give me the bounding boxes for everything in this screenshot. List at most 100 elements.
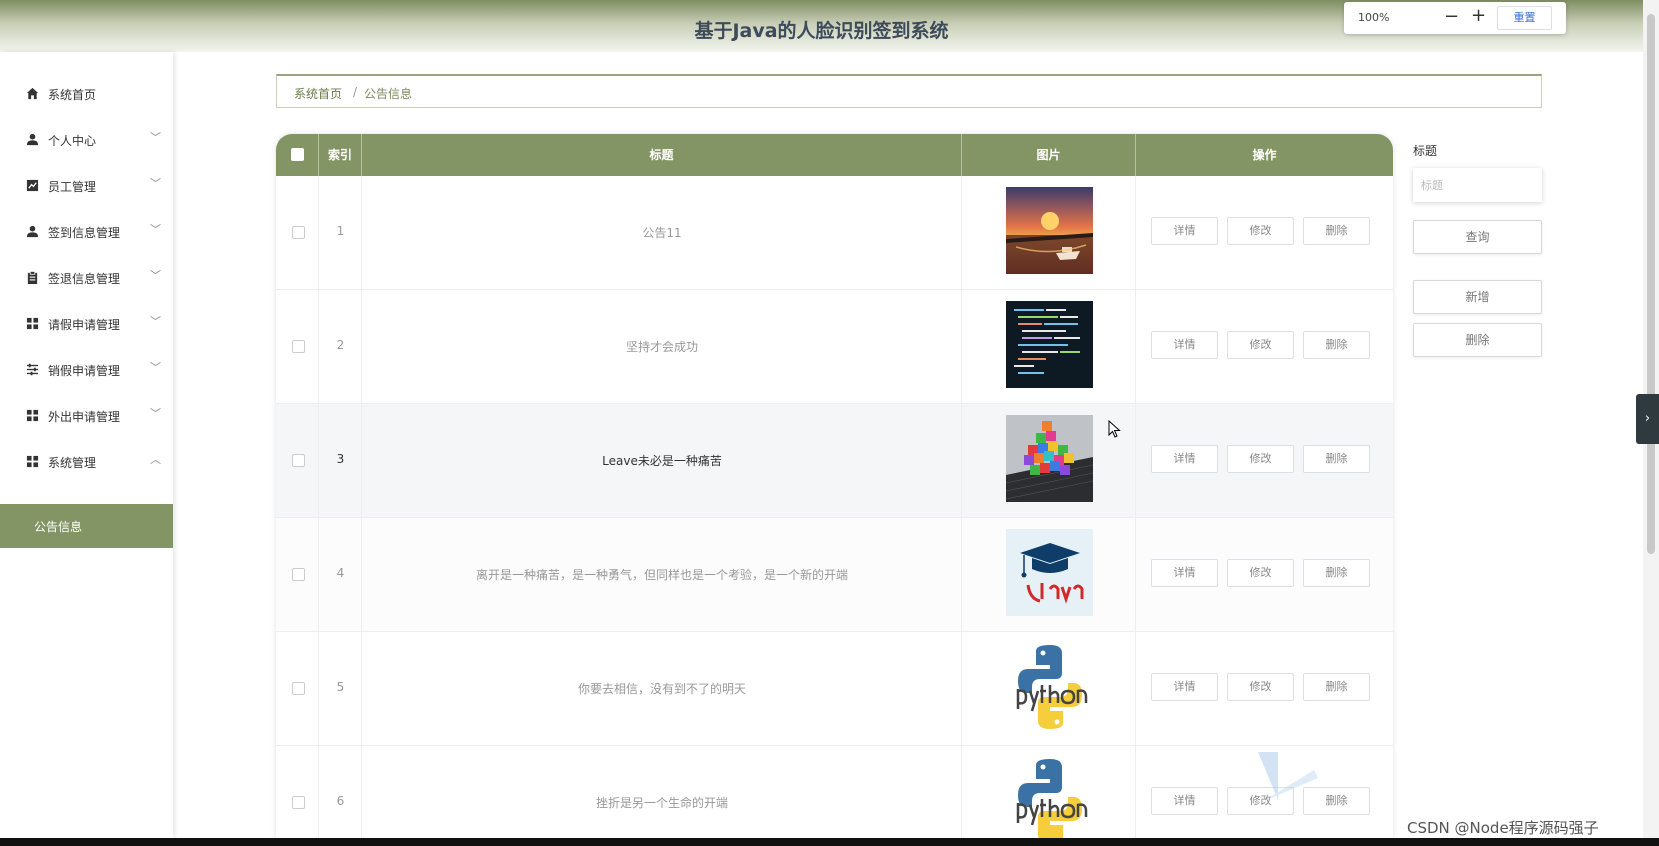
sidebar-item-label: 签退信息管理 [48,272,121,286]
header-image: 图片 [962,134,1136,176]
search-title-input[interactable] [1413,168,1542,202]
header-index: 索引 [319,134,362,176]
detail-button[interactable]: 详情 [1151,673,1218,701]
chevron-down-icon: ﹀ [150,407,161,420]
sidebar-item-label: 销假申请管理 [48,364,121,378]
play-overlay-icon [1258,752,1318,802]
chevron-down-icon: ﹀ [150,223,161,236]
python-logo-image[interactable] [1006,757,1093,838]
zoom-in-button[interactable]: + [1471,5,1486,26]
chevron-down-icon: ﹀ [150,269,161,282]
table-row: 5 你要去相信，没有到不了的明天 详情 修改 删除 [276,632,1393,746]
row-index: 5 [336,680,345,694]
colorful-cubes-keyboard-image[interactable] [1006,415,1093,502]
row-checkbox[interactable] [292,682,305,695]
chevron-down-icon: ﹀ [150,131,161,144]
delete-button[interactable]: 删除 [1303,445,1370,473]
row-index: 1 [336,224,345,238]
select-all-checkbox[interactable] [291,148,304,161]
sidebar-item-label: 请假申请管理 [48,318,121,332]
sidebar-subitem-announcements[interactable]: 公告信息 [0,504,173,548]
python-logo-image[interactable] [1006,643,1093,730]
search-title-label: 标题 [1413,144,1438,158]
header-actions: 操作 [1252,148,1277,162]
announcement-table: 索引 标题 图片 操作 1 公告11 详情 修改 删除 2 坚持才会成功 详情 … [276,134,1393,838]
row-checkbox[interactable] [292,568,305,581]
query-button[interactable]: 查询 [1413,220,1542,254]
sidebar-item-home[interactable]: 系统首页 [0,74,173,114]
sidebar-item-system[interactable]: 系统管理 ︿ [0,442,173,482]
delete-button[interactable]: 删除 [1303,331,1370,359]
sidebar-item-label: 外出申请管理 [48,410,121,424]
zoom-reset-button[interactable]: 重置 [1497,6,1552,30]
detail-button[interactable]: 详情 [1151,559,1218,587]
header-select-cell [276,134,319,176]
edit-button[interactable]: 修改 [1227,445,1294,473]
clipboard-icon [27,271,38,284]
edit-button[interactable]: 修改 [1227,217,1294,245]
table-row: 3 Leave未必是一种痛苦 详情 修改 删除 [276,404,1393,518]
row-checkbox[interactable] [292,796,305,809]
chevron-down-icon: ﹀ [150,177,161,190]
sidebar-item-label: 系统首页 [48,88,97,102]
delete-button[interactable]: 删除 [1303,673,1370,701]
edit-button[interactable]: 修改 [1227,331,1294,359]
sunset-boat-image[interactable] [1006,187,1093,274]
header-title: 标题 [362,134,962,176]
row-checkbox[interactable] [292,340,305,353]
java-logo-image[interactable] [1006,529,1093,616]
sidebar-item-cancel-leave[interactable]: 销假申请管理 ﹀ [0,350,173,390]
grid-icon [26,455,39,468]
delete-button[interactable]: 删除 [1303,217,1370,245]
table-row: 4 离开是一种痛苦，是一种勇气，但同样也是一个考验，是一个新的开端 详情 修改 … [276,518,1393,632]
edit-button[interactable]: 修改 [1227,559,1294,587]
chevron-right-icon[interactable]: › [1636,394,1659,444]
row-title: 离开是一种痛苦，是一种勇气，但同样也是一个考验，是一个新的开端 [475,568,848,582]
code-screen-image[interactable] [1006,301,1093,388]
sidebar-item-signout[interactable]: 签退信息管理 ﹀ [0,258,173,298]
grid-icon [26,317,39,330]
detail-button[interactable]: 详情 [1151,331,1218,359]
zoom-control: 100% − + 重置 [1344,2,1566,34]
sidebar-item-label: 系统管理 [48,456,97,470]
chevron-up-icon: ︿ [150,453,161,466]
row-index: 6 [336,794,345,808]
sidebar: 系统首页 个人中心 ﹀ 员工管理 ﹀ 签到信息管理 ﹀ 签退信息管理 ﹀ 请假申… [0,52,173,838]
detail-button[interactable]: 详情 [1151,445,1218,473]
chart-icon [26,179,39,192]
breadcrumb-separator: / [353,85,358,99]
home-icon [26,87,39,100]
user-icon [26,225,39,238]
row-title: 挫折是另一个生命的开端 [595,796,728,810]
batch-delete-button[interactable]: 删除 [1413,323,1542,357]
sidebar-item-label: 个人中心 [48,134,97,148]
chevron-down-icon: ﹀ [150,315,161,328]
add-button[interactable]: 新增 [1413,280,1542,314]
row-index: 4 [336,566,345,580]
breadcrumb-current: 公告信息 [364,87,413,101]
chevron-down-icon: ﹀ [150,361,161,374]
table-row: 1 公告11 详情 修改 删除 [276,176,1393,290]
detail-button[interactable]: 详情 [1151,787,1218,815]
row-checkbox[interactable] [292,226,305,239]
sidebar-item-profile[interactable]: 个人中心 ﹀ [0,120,173,160]
row-checkbox[interactable] [292,454,305,467]
sidebar-item-label: 签到信息管理 [48,226,121,240]
watermark-text: CSDN @Node程序源码强子 [1407,819,1599,837]
breadcrumb-home-link[interactable]: 系统首页 [294,85,342,102]
row-title: 坚持才会成功 [625,340,698,354]
scrollbar-thumb[interactable] [1647,14,1655,554]
row-title: 公告11 [642,226,682,240]
row-title: Leave未必是一种痛苦 [602,454,722,468]
grid-icon [26,409,39,422]
table-header: 索引 标题 图片 操作 [276,134,1393,176]
sidebar-item-outing[interactable]: 外出申请管理 ﹀ [0,396,173,436]
sidebar-item-signin[interactable]: 签到信息管理 ﹀ [0,212,173,252]
delete-button[interactable]: 删除 [1303,559,1370,587]
bottom-bar [0,838,1659,846]
detail-button[interactable]: 详情 [1151,217,1218,245]
sidebar-item-employees[interactable]: 员工管理 ﹀ [0,166,173,206]
edit-button[interactable]: 修改 [1227,673,1294,701]
sidebar-item-leave[interactable]: 请假申请管理 ﹀ [0,304,173,344]
zoom-out-button[interactable]: − [1444,6,1459,27]
